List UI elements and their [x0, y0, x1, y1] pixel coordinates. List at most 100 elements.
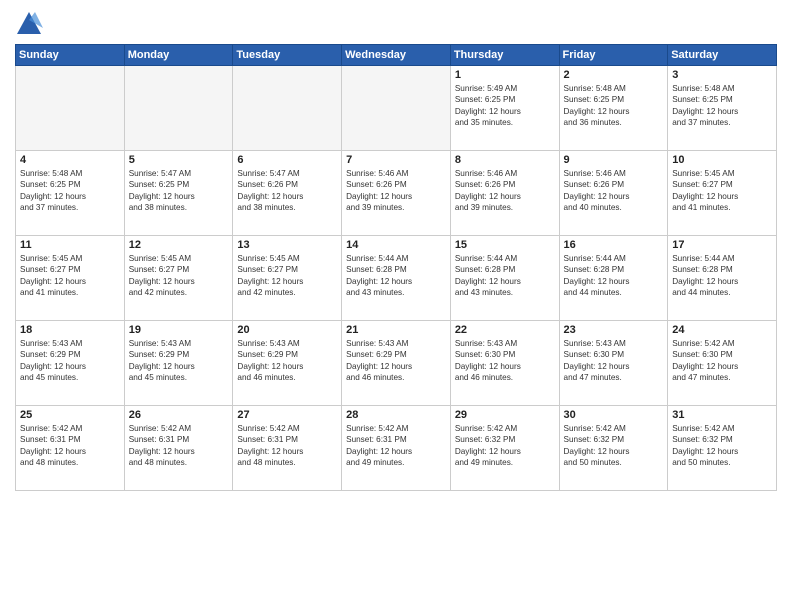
- weekday-header-wednesday: Wednesday: [342, 45, 451, 66]
- calendar-cell: 5 Sunrise: 5:47 AM Sunset: 6:25 PM Daylig…: [124, 151, 233, 236]
- calendar-cell: 29Sunrise: 5:42 AM Sunset: 6:32 PM Dayli…: [450, 406, 559, 491]
- day-info: Sunrise: 5:45 AM Sunset: 6:27 PM Dayligh…: [237, 253, 337, 299]
- day-info: Sunrise: 5:43 AM Sunset: 6:29 PM Dayligh…: [20, 338, 120, 384]
- day-number: 13: [237, 239, 337, 251]
- day-number: 12: [129, 239, 229, 251]
- day-number: 25: [20, 409, 120, 421]
- day-number: 14: [346, 239, 446, 251]
- day-info: Sunrise: 5:42 AM Sunset: 6:31 PM Dayligh…: [20, 423, 120, 469]
- day-info: Sunrise: 5:45 AM Sunset: 6:27 PM Dayligh…: [20, 253, 120, 299]
- logo-icon: [15, 10, 43, 38]
- calendar-cell: 2 Sunrise: 5:48 AM Sunset: 6:25 PM Daylig…: [559, 66, 668, 151]
- calendar-cell: 30Sunrise: 5:42 AM Sunset: 6:32 PM Dayli…: [559, 406, 668, 491]
- calendar-cell: 4 Sunrise: 5:48 AM Sunset: 6:25 PM Daylig…: [16, 151, 125, 236]
- calendar-cell: 18 Sunrise: 5:43 AM Sunset: 6:29 PM Dayli…: [16, 321, 125, 406]
- day-number: 1: [455, 69, 555, 81]
- day-number: 2: [564, 69, 664, 81]
- day-info: Sunrise: 5:46 AM Sunset: 6:26 PM Dayligh…: [346, 168, 446, 214]
- calendar-cell: 17 Sunrise: 5:44 AM Sunset: 6:28 PM Dayli…: [668, 236, 777, 321]
- day-info: Sunrise: 5:46 AM Sunset: 6:26 PM Dayligh…: [455, 168, 555, 214]
- calendar-cell: 12Sunrise: 5:45 AM Sunset: 6:27 PM Dayli…: [124, 236, 233, 321]
- day-info: Sunrise: 5:42 AM Sunset: 6:32 PM Dayligh…: [672, 423, 772, 469]
- day-number: 15: [455, 239, 555, 251]
- calendar-cell: 28 Sunrise: 5:42 AM Sunset: 6:31 PM Dayli…: [342, 406, 451, 491]
- day-number: 9: [564, 154, 664, 166]
- day-info: Sunrise: 5:43 AM Sunset: 6:29 PM Dayligh…: [346, 338, 446, 384]
- calendar-cell: 24Sunrise: 5:42 AM Sunset: 6:30 PM Dayli…: [668, 321, 777, 406]
- day-number: 30: [564, 409, 664, 421]
- day-number: 7: [346, 154, 446, 166]
- week-row-2: 11 Sunrise: 5:45 AM Sunset: 6:27 PM Dayli…: [16, 236, 777, 321]
- day-info: Sunrise: 5:43 AM Sunset: 6:30 PM Dayligh…: [564, 338, 664, 384]
- day-info: Sunrise: 5:43 AM Sunset: 6:30 PM Dayligh…: [455, 338, 555, 384]
- day-number: 4: [20, 154, 120, 166]
- calendar-cell: 3 Sunrise: 5:48 AM Sunset: 6:25 PM Daylig…: [668, 66, 777, 151]
- weekday-header-saturday: Saturday: [668, 45, 777, 66]
- calendar-cell: [342, 66, 451, 151]
- page: SundayMondayTuesdayWednesdayThursdayFrid…: [0, 0, 792, 612]
- day-info: Sunrise: 5:42 AM Sunset: 6:31 PM Dayligh…: [346, 423, 446, 469]
- calendar-cell: 25 Sunrise: 5:42 AM Sunset: 6:31 PM Dayli…: [16, 406, 125, 491]
- calendar-cell: 20 Sunrise: 5:43 AM Sunset: 6:29 PM Dayli…: [233, 321, 342, 406]
- weekday-header-thursday: Thursday: [450, 45, 559, 66]
- calendar-cell: 9 Sunrise: 5:46 AM Sunset: 6:26 PM Daylig…: [559, 151, 668, 236]
- weekday-header-friday: Friday: [559, 45, 668, 66]
- day-info: Sunrise: 5:42 AM Sunset: 6:31 PM Dayligh…: [129, 423, 229, 469]
- day-number: 6: [237, 154, 337, 166]
- day-number: 11: [20, 239, 120, 251]
- day-number: 16: [564, 239, 664, 251]
- day-info: Sunrise: 5:42 AM Sunset: 6:30 PM Dayligh…: [672, 338, 772, 384]
- calendar-cell: [233, 66, 342, 151]
- calendar-cell: 27 Sunrise: 5:42 AM Sunset: 6:31 PM Dayli…: [233, 406, 342, 491]
- day-info: Sunrise: 5:43 AM Sunset: 6:29 PM Dayligh…: [237, 338, 337, 384]
- day-info: Sunrise: 5:49 AM Sunset: 6:25 PM Dayligh…: [455, 83, 555, 129]
- week-row-4: 25 Sunrise: 5:42 AM Sunset: 6:31 PM Dayli…: [16, 406, 777, 491]
- day-number: 10: [672, 154, 772, 166]
- calendar-table: SundayMondayTuesdayWednesdayThursdayFrid…: [15, 44, 777, 491]
- day-info: Sunrise: 5:46 AM Sunset: 6:26 PM Dayligh…: [564, 168, 664, 214]
- day-info: Sunrise: 5:44 AM Sunset: 6:28 PM Dayligh…: [564, 253, 664, 299]
- day-number: 22: [455, 324, 555, 336]
- day-info: Sunrise: 5:48 AM Sunset: 6:25 PM Dayligh…: [564, 83, 664, 129]
- day-number: 20: [237, 324, 337, 336]
- logo: [15, 10, 45, 38]
- calendar-cell: [124, 66, 233, 151]
- day-info: Sunrise: 5:48 AM Sunset: 6:25 PM Dayligh…: [672, 83, 772, 129]
- day-number: 8: [455, 154, 555, 166]
- calendar-cell: 23Sunrise: 5:43 AM Sunset: 6:30 PM Dayli…: [559, 321, 668, 406]
- day-info: Sunrise: 5:42 AM Sunset: 6:31 PM Dayligh…: [237, 423, 337, 469]
- week-row-3: 18 Sunrise: 5:43 AM Sunset: 6:29 PM Dayli…: [16, 321, 777, 406]
- day-number: 18: [20, 324, 120, 336]
- day-number: 28: [346, 409, 446, 421]
- day-number: 27: [237, 409, 337, 421]
- calendar-cell: 13 Sunrise: 5:45 AM Sunset: 6:27 PM Dayli…: [233, 236, 342, 321]
- day-number: 19: [129, 324, 229, 336]
- day-info: Sunrise: 5:47 AM Sunset: 6:26 PM Dayligh…: [237, 168, 337, 214]
- calendar-cell: 15 Sunrise: 5:44 AM Sunset: 6:28 PM Dayli…: [450, 236, 559, 321]
- day-number: 3: [672, 69, 772, 81]
- day-number: 17: [672, 239, 772, 251]
- calendar-cell: 19Sunrise: 5:43 AM Sunset: 6:29 PM Dayli…: [124, 321, 233, 406]
- weekday-header-row: SundayMondayTuesdayWednesdayThursdayFrid…: [16, 45, 777, 66]
- day-info: Sunrise: 5:42 AM Sunset: 6:32 PM Dayligh…: [455, 423, 555, 469]
- day-info: Sunrise: 5:44 AM Sunset: 6:28 PM Dayligh…: [672, 253, 772, 299]
- calendar-cell: 7 Sunrise: 5:46 AM Sunset: 6:26 PM Daylig…: [342, 151, 451, 236]
- day-number: 5: [129, 154, 229, 166]
- calendar-cell: 11 Sunrise: 5:45 AM Sunset: 6:27 PM Dayli…: [16, 236, 125, 321]
- weekday-header-sunday: Sunday: [16, 45, 125, 66]
- day-info: Sunrise: 5:48 AM Sunset: 6:25 PM Dayligh…: [20, 168, 120, 214]
- calendar-cell: 6 Sunrise: 5:47 AM Sunset: 6:26 PM Daylig…: [233, 151, 342, 236]
- calendar-cell: 26Sunrise: 5:42 AM Sunset: 6:31 PM Dayli…: [124, 406, 233, 491]
- day-number: 21: [346, 324, 446, 336]
- day-info: Sunrise: 5:44 AM Sunset: 6:28 PM Dayligh…: [455, 253, 555, 299]
- calendar-cell: 14 Sunrise: 5:44 AM Sunset: 6:28 PM Dayli…: [342, 236, 451, 321]
- day-info: Sunrise: 5:45 AM Sunset: 6:27 PM Dayligh…: [672, 168, 772, 214]
- day-info: Sunrise: 5:44 AM Sunset: 6:28 PM Dayligh…: [346, 253, 446, 299]
- weekday-header-tuesday: Tuesday: [233, 45, 342, 66]
- week-row-0: 1 Sunrise: 5:49 AM Sunset: 6:25 PM Daylig…: [16, 66, 777, 151]
- calendar-cell: 31Sunrise: 5:42 AM Sunset: 6:32 PM Dayli…: [668, 406, 777, 491]
- calendar-cell: 22 Sunrise: 5:43 AM Sunset: 6:30 PM Dayli…: [450, 321, 559, 406]
- day-info: Sunrise: 5:47 AM Sunset: 6:25 PM Dayligh…: [129, 168, 229, 214]
- weekday-header-monday: Monday: [124, 45, 233, 66]
- calendar-cell: 16 Sunrise: 5:44 AM Sunset: 6:28 PM Dayli…: [559, 236, 668, 321]
